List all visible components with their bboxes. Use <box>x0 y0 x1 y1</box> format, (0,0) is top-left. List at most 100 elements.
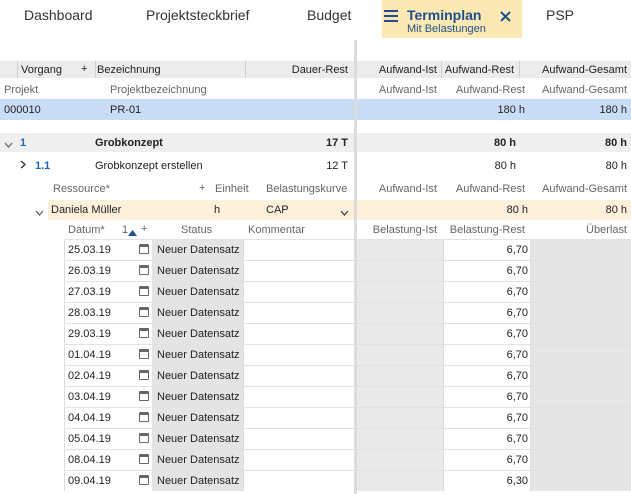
calendar-icon[interactable] <box>139 391 149 401</box>
col-aufwand-rest[interactable]: Aufwand-Rest <box>444 64 514 76</box>
chevron-down-icon[interactable] <box>35 207 44 219</box>
col-belastung-ist: Belastung-Ist <box>372 224 437 236</box>
row-divider <box>64 449 354 450</box>
pane-divider[interactable] <box>354 40 357 494</box>
row-divider <box>357 344 631 345</box>
row-divider <box>64 365 354 366</box>
tab-label: Terminplan <box>407 7 482 23</box>
resource-einheit[interactable]: h <box>214 204 220 216</box>
tab-terminplan[interactable]: Terminplan Mit Belastungen <box>382 0 522 38</box>
date-cell[interactable]: 29.03.19 <box>68 328 111 340</box>
col-divider <box>245 61 246 78</box>
task-dauer: 12 T <box>326 160 348 172</box>
belastung-rest-cell[interactable]: 6,70 <box>444 265 528 277</box>
belastung-rest-cell[interactable]: 6,70 <box>444 433 528 445</box>
belastung-rest-cell[interactable]: 6,70 <box>444 370 528 382</box>
col-datum[interactable]: Datum* <box>68 224 105 236</box>
col-vorgang[interactable]: Vorgang <box>21 64 62 76</box>
calendar-icon[interactable] <box>139 286 149 296</box>
sort-ascending-icon[interactable] <box>128 227 137 239</box>
date-cell[interactable]: 03.04.19 <box>68 391 111 403</box>
col-einheit: Einheit <box>215 183 249 195</box>
status-cell: Neuer Datensatz <box>157 286 240 298</box>
terminplan-view: Dashboard Projektsteckbrief Budget Termi… <box>0 0 631 494</box>
resource-name[interactable]: Daniela Müller <box>51 204 121 216</box>
col-divider <box>95 61 96 78</box>
group-dauer: 17 T <box>325 137 348 149</box>
belastung-rest-cell[interactable]: 6,70 <box>444 391 528 403</box>
col-belastung-rest: Belastung-Rest <box>449 224 525 236</box>
task-id: 1.1 <box>35 160 51 172</box>
close-icon[interactable] <box>500 9 511 25</box>
belastung-rest-cell[interactable]: 6,70 <box>444 307 528 319</box>
col-dauer-rest[interactable]: Dauer-Rest <box>250 64 348 76</box>
calendar-icon[interactable] <box>139 370 149 380</box>
row-divider <box>357 386 631 387</box>
tab-dashboard[interactable]: Dashboard <box>24 0 93 38</box>
calendar-icon[interactable] <box>139 328 149 338</box>
col-aufwand-gesamt[interactable]: Aufwand-Gesamt <box>521 64 627 76</box>
group-name: Grobkonzept <box>95 137 163 149</box>
project-row[interactable] <box>0 99 354 120</box>
date-cell[interactable]: 05.04.19 <box>68 433 111 445</box>
calendar-icon[interactable] <box>139 307 149 317</box>
menu-icon[interactable] <box>384 9 398 25</box>
col-aufwand-ist[interactable]: Aufwand-Ist <box>360 64 437 76</box>
col-aufwand-gesamt: Aufwand-Gesamt <box>542 84 627 96</box>
chevron-right-icon[interactable] <box>20 160 26 172</box>
status-cell: Neuer Datensatz <box>157 265 240 277</box>
status-cell: Neuer Datensatz <box>157 244 240 256</box>
status-cell: Neuer Datensatz <box>157 391 240 403</box>
row-divider <box>357 323 631 324</box>
col-ueberlast: Überlast <box>586 224 627 236</box>
calendar-icon[interactable] <box>139 244 149 254</box>
tab-label: PSP <box>546 7 575 23</box>
col-divider <box>519 61 520 78</box>
row-divider <box>64 428 354 429</box>
tab-budget[interactable]: Budget <box>307 0 351 38</box>
date-cell[interactable]: 01.04.19 <box>68 349 111 361</box>
group-id: 1 <box>20 137 27 149</box>
calendar-icon[interactable] <box>139 265 149 275</box>
date-cell[interactable]: 02.04.19 <box>68 370 111 382</box>
col-bezeichnung[interactable]: Bezeichnung <box>97 64 161 76</box>
dropdown-chevron-icon[interactable] <box>340 207 349 219</box>
chevron-down-icon[interactable] <box>4 139 13 151</box>
calendar-icon[interactable] <box>139 433 149 443</box>
add-column-button[interactable]: + <box>81 63 87 75</box>
belastung-rest-cell[interactable]: 6,70 <box>444 349 528 361</box>
tab-psp[interactable]: PSP <box>546 0 574 38</box>
status-cell: Neuer Datensatz <box>157 307 240 319</box>
belastung-rest-cell[interactable]: 6,30 <box>444 475 528 487</box>
calendar-icon[interactable] <box>139 412 149 422</box>
row-divider <box>64 407 354 408</box>
tab-projektsteckbrief[interactable]: Projektsteckbrief <box>146 0 249 38</box>
date-cell[interactable]: 08.04.19 <box>68 454 111 466</box>
date-cell[interactable]: 28.03.19 <box>68 307 111 319</box>
belastung-rest-cell[interactable]: 6,70 <box>444 412 528 424</box>
belastung-rest-cell[interactable]: 6,70 <box>444 454 528 466</box>
row-divider <box>64 260 354 261</box>
tab-label: Dashboard <box>24 7 93 23</box>
date-cell[interactable]: 26.03.19 <box>68 265 111 277</box>
calendar-icon[interactable] <box>139 475 149 485</box>
col-aufwand-rest: Aufwand-Rest <box>455 84 525 96</box>
group-aufwand-gesamt: 80 h <box>604 137 627 149</box>
date-cell[interactable]: 25.03.19 <box>68 244 111 256</box>
status-cell: Neuer Datensatz <box>157 475 240 487</box>
belastung-rest-cell[interactable]: 6,70 <box>444 328 528 340</box>
belastung-rest-cell[interactable]: 6,70 <box>444 244 528 256</box>
row-divider <box>357 365 631 366</box>
add-date-button[interactable]: + <box>141 223 147 235</box>
project-aufwand-gesamt: 180 h <box>599 104 627 116</box>
calendar-icon[interactable] <box>139 454 149 464</box>
belastung-rest-cell[interactable]: 6,70 <box>444 286 528 298</box>
resource-kurve[interactable]: CAP <box>266 204 289 216</box>
date-cell[interactable]: 27.03.19 <box>68 286 111 298</box>
row-divider <box>357 239 631 240</box>
date-cell[interactable]: 04.04.19 <box>68 412 111 424</box>
date-cell[interactable]: 09.04.19 <box>68 475 111 487</box>
calendar-icon[interactable] <box>139 349 149 359</box>
add-resource-button[interactable]: + <box>199 182 205 194</box>
col-aufwand-ist: Aufwand-Ist <box>378 84 437 96</box>
